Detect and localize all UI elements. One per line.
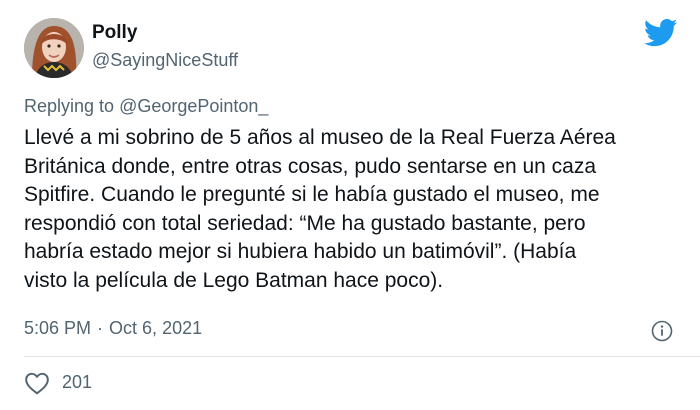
tweet-text-line: visto la película de Lego Batman hace po… xyxy=(24,268,444,292)
tweet-text-line: respondió con total seriedad: “Me ha gus… xyxy=(24,211,586,235)
tweet-date: Oct 6, 2021 xyxy=(109,318,203,338)
tweet-text-line: Spitfire. Cuando le pregunté si le había… xyxy=(24,183,600,207)
divider xyxy=(24,356,700,357)
tweet-timestamp[interactable]: 5:06 PM · Oct 6, 2021 xyxy=(24,318,202,339)
tweet-card: Polly @SayingNiceStuff Replying to @Georg… xyxy=(0,0,700,410)
like-count[interactable]: 201 xyxy=(62,372,92,393)
tweet-text-line: Llevé a mi sobrino de 5 años al museo de… xyxy=(24,126,616,149)
tweet-text-line: Británica donde, entre otras cosas, pudo… xyxy=(24,154,597,178)
replying-to-label: Replying to xyxy=(24,96,115,116)
tweet-text-line: habría estado mejor si hubiera habido un… xyxy=(24,240,577,264)
meta-separator: · xyxy=(97,318,104,338)
avatar[interactable] xyxy=(24,18,84,78)
twitter-bird-icon[interactable] xyxy=(643,18,678,48)
tweet-text: Llevé a mi sobrino de 5 años al museo de… xyxy=(24,124,684,296)
profile-photo-icon xyxy=(24,18,84,78)
author-name[interactable]: Polly xyxy=(92,22,137,44)
author-handle[interactable]: @SayingNiceStuff xyxy=(92,50,238,71)
info-icon[interactable] xyxy=(651,320,673,342)
heart-icon[interactable] xyxy=(24,371,50,395)
tweet-time: 5:06 PM xyxy=(24,318,92,338)
replying-to: Replying to @GeorgePointon_ xyxy=(24,96,268,117)
reply-target-link[interactable]: @GeorgePointon_ xyxy=(119,96,268,116)
